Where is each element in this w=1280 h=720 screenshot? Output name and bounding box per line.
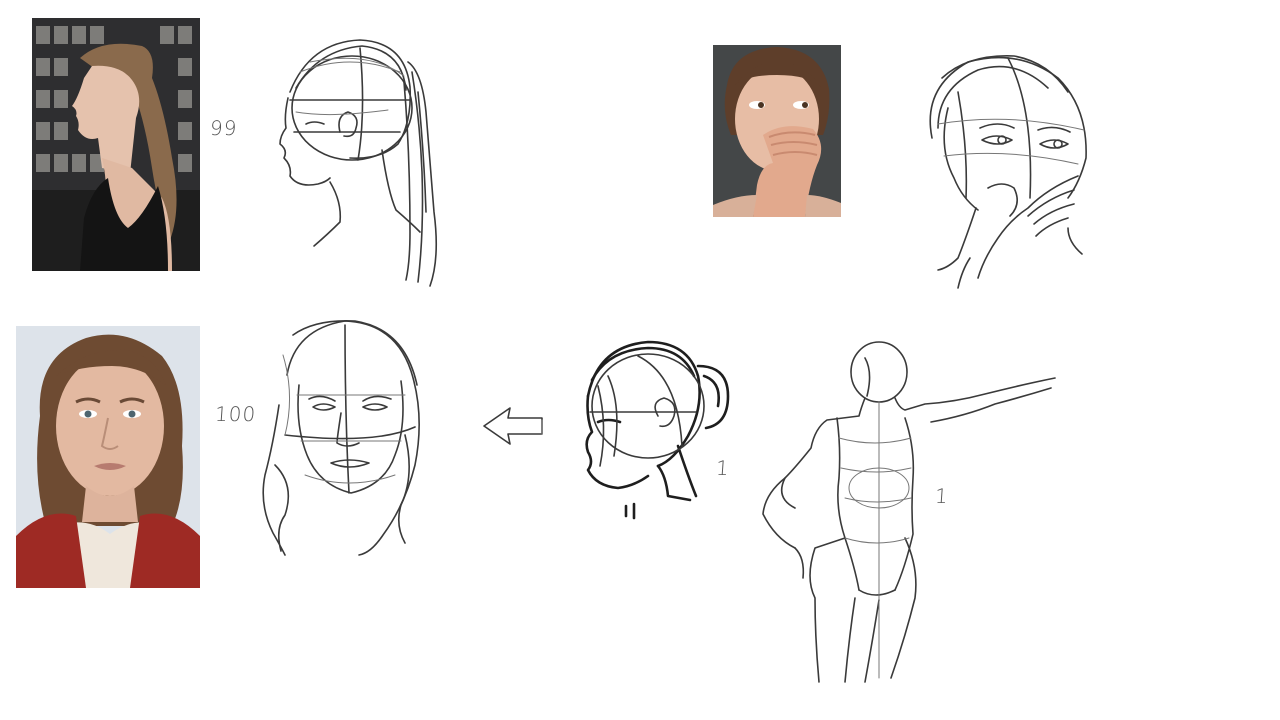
sketch-front-face bbox=[255, 315, 435, 560]
mark-head-bun: 1 bbox=[715, 456, 731, 480]
reference-photo-hand-over-mouth bbox=[713, 45, 841, 217]
sketch-standing-figure bbox=[755, 338, 1065, 690]
arrow-left-icon bbox=[480, 404, 550, 448]
mark-figure: 1 bbox=[934, 484, 950, 508]
reference-photo-front-face bbox=[16, 326, 200, 588]
reference-photo-profile-ponytail bbox=[32, 18, 200, 271]
sketch-head-with-bun bbox=[578, 336, 738, 521]
study-number-100: 100 bbox=[214, 402, 258, 426]
study-number-99: 99 bbox=[209, 116, 239, 140]
sketch-hand-over-mouth bbox=[918, 48, 1098, 293]
sketch-profile-ponytail bbox=[270, 32, 460, 292]
